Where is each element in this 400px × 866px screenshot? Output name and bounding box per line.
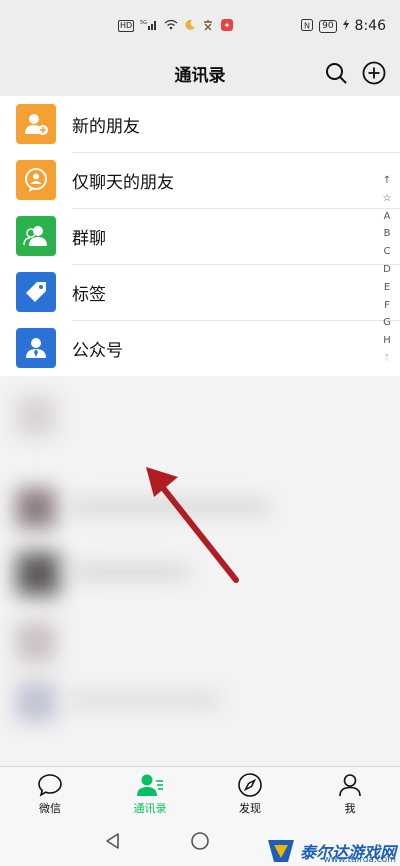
signal-icon: 5G: [140, 19, 158, 33]
home-circle-icon: [191, 832, 209, 850]
official-account-icon: [16, 328, 56, 368]
list-item-new-friends[interactable]: 新的朋友: [0, 96, 400, 152]
index-letter[interactable]: C: [384, 243, 391, 261]
nfc-icon: N: [301, 18, 314, 34]
game-logo-icon: [267, 840, 294, 862]
wifi-icon: [164, 19, 178, 33]
list-item-label: 群聊: [72, 228, 106, 249]
chat-bubble-icon: [38, 774, 62, 797]
tab-label: 发现: [239, 802, 261, 815]
tab-chats[interactable]: 微信: [0, 767, 100, 821]
tag-icon: [16, 272, 56, 312]
status-right: N 90 8:46: [301, 18, 386, 34]
plus-circle-icon: [362, 61, 386, 85]
group-chat-icon: [16, 216, 56, 256]
moon-icon: [184, 19, 196, 34]
page-header: 通讯录: [0, 52, 400, 94]
index-letter[interactable]: ☆: [383, 190, 392, 208]
battery-indicator: 90: [319, 19, 337, 33]
index-letter[interactable]: A: [384, 208, 391, 226]
app-badge-icon: ✦: [220, 18, 234, 35]
compass-icon: [238, 773, 262, 797]
battery-level: 90: [322, 20, 334, 31]
blurred-avatar: [16, 682, 56, 722]
header-actions: [324, 61, 386, 85]
list-item-group-chats[interactable]: 群聊: [0, 208, 400, 264]
site-watermark: 泰尔达游戏网 www.tairda.com: [266, 838, 396, 865]
alphabet-index-bar[interactable]: ↑ ☆ A B C D E F G H ↑: [380, 172, 394, 368]
search-icon: [326, 63, 347, 84]
search-button[interactable]: [324, 61, 348, 85]
list-item-label: 公众号: [72, 340, 123, 361]
index-letter[interactable]: G: [383, 314, 391, 332]
tab-label: 通讯录: [133, 802, 167, 815]
blurred-name: [70, 694, 220, 706]
watermark-url: www.tairda.com: [323, 855, 396, 865]
chat-only-friend-icon: [16, 160, 56, 200]
add-friend-icon: [16, 104, 56, 144]
tab-label: 我: [344, 802, 356, 815]
list-item-label: 新的朋友: [72, 116, 140, 137]
blurred-avatar: [16, 552, 60, 596]
index-letter[interactable]: B: [384, 225, 391, 243]
list-item-official-accounts[interactable]: 公众号: [0, 320, 400, 376]
svg-text:✦: ✦: [224, 21, 231, 30]
contacts-function-list: 新的朋友 仅聊天的朋友 群聊 标签 公众号: [0, 96, 400, 376]
list-item-label: 仅聊天的朋友: [72, 172, 174, 193]
status-bar: HD 5G ✦ N 90 8:46: [0, 0, 400, 52]
tab-me[interactable]: 我: [300, 767, 400, 821]
page-title: 通讯录: [174, 65, 226, 86]
charging-icon: [342, 19, 349, 33]
app-notification-icon: [202, 19, 214, 34]
blurred-avatar: [16, 396, 56, 436]
list-item-chat-only-friends[interactable]: 仅聊天的朋友: [0, 152, 400, 208]
bottom-tab-bar: 微信 通讯录 发现 我: [0, 766, 400, 821]
list-item-tags[interactable]: 标签: [0, 264, 400, 320]
tab-contacts[interactable]: 通讯录: [100, 767, 200, 821]
hd-badge: HD: [118, 20, 135, 32]
index-letter[interactable]: F: [384, 297, 390, 315]
home-button[interactable]: [190, 831, 210, 855]
back-button[interactable]: [104, 832, 122, 854]
contacts-icon: [137, 774, 163, 796]
index-letter[interactable]: D: [383, 261, 391, 279]
annotation-arrow-icon: [146, 467, 239, 583]
add-button[interactable]: [362, 61, 386, 85]
back-triangle-icon: [106, 833, 119, 849]
list-item-label: 标签: [72, 284, 106, 305]
svg-text:5G: 5G: [140, 20, 147, 26]
tab-label: 微信: [39, 802, 61, 815]
index-letter[interactable]: H: [383, 332, 391, 350]
blurred-avatar: [16, 622, 56, 662]
tab-discover[interactable]: 发现: [200, 767, 300, 821]
index-letter[interactable]: E: [384, 279, 390, 297]
index-letter[interactable]: ↑: [383, 350, 391, 368]
status-left: HD 5G ✦: [118, 18, 234, 35]
person-icon: [339, 774, 361, 797]
index-letter[interactable]: ↑: [383, 172, 391, 190]
status-time: 8:46: [354, 18, 386, 34]
svg-text:N: N: [304, 21, 310, 30]
blurred-avatar: [16, 488, 56, 528]
